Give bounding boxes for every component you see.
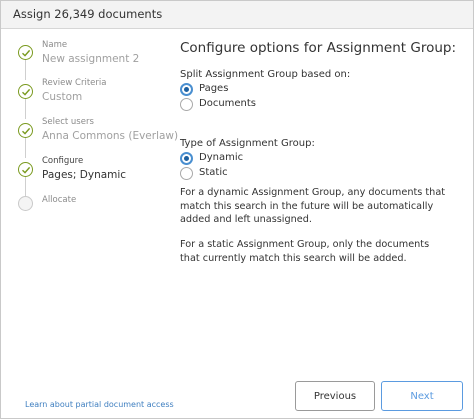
assign-dialog: Assign 26,349 documents Name New assignm… xyxy=(0,0,474,419)
step-name-checkmark-icon[interactable] xyxy=(18,45,33,60)
step-connector xyxy=(25,177,26,196)
radio-static-icon[interactable] xyxy=(180,167,193,180)
radio-pages-selected-icon[interactable] xyxy=(180,83,193,96)
step-configure-checkmark-icon[interactable] xyxy=(18,162,33,177)
configure-heading: Configure options for Assignment Group: xyxy=(180,40,457,56)
step-select-users-checkmark-icon[interactable] xyxy=(18,123,33,138)
radio-documents-icon[interactable] xyxy=(180,98,193,111)
radio-pages-label[interactable]: Pages xyxy=(199,83,228,94)
step-review-criteria-value: Custom xyxy=(42,91,83,103)
step-connector xyxy=(25,99,26,119)
step-configure-label[interactable]: Configure xyxy=(42,156,83,166)
dialog-footer: Learn about partial document access Prev… xyxy=(1,373,473,418)
step-connector xyxy=(25,138,26,158)
step-allocate-label: Allocate xyxy=(42,195,77,205)
learn-partial-access-link[interactable]: Learn about partial document access xyxy=(25,400,174,409)
step-name-value: New assignment 2 xyxy=(42,53,140,65)
type-label: Type of Assignment Group: xyxy=(180,138,315,149)
step-name-label[interactable]: Name xyxy=(42,40,67,50)
step-review-criteria-checkmark-icon[interactable] xyxy=(18,84,33,99)
dialog-title-bar: Assign 26,349 documents xyxy=(1,1,473,29)
step-allocate-circle-icon xyxy=(18,196,33,211)
step-configure-value: Pages; Dynamic xyxy=(42,169,127,181)
radio-dynamic-label[interactable]: Dynamic xyxy=(199,152,243,163)
radio-documents-label[interactable]: Documents xyxy=(199,98,256,109)
dynamic-description: For a dynamic Assignment Group, any docu… xyxy=(180,187,446,225)
next-button[interactable]: Next xyxy=(381,381,463,411)
step-select-users-value: Anna Commons (Everlaw) xyxy=(42,130,179,142)
previous-button[interactable]: Previous xyxy=(295,381,375,411)
radio-static-label[interactable]: Static xyxy=(199,167,228,178)
static-description: For a static Assignment Group, only the … xyxy=(180,239,430,264)
dialog-title: Assign 26,349 documents xyxy=(13,7,163,21)
radio-dynamic-selected-icon[interactable] xyxy=(180,152,193,165)
wizard-stepper: Name New assignment 2 Review Criteria Cu… xyxy=(1,29,178,249)
step-connector xyxy=(25,60,26,80)
split-label: Split Assignment Group based on: xyxy=(180,69,351,80)
step-select-users-label[interactable]: Select users xyxy=(42,117,94,127)
step-review-criteria-label[interactable]: Review Criteria xyxy=(42,78,106,88)
